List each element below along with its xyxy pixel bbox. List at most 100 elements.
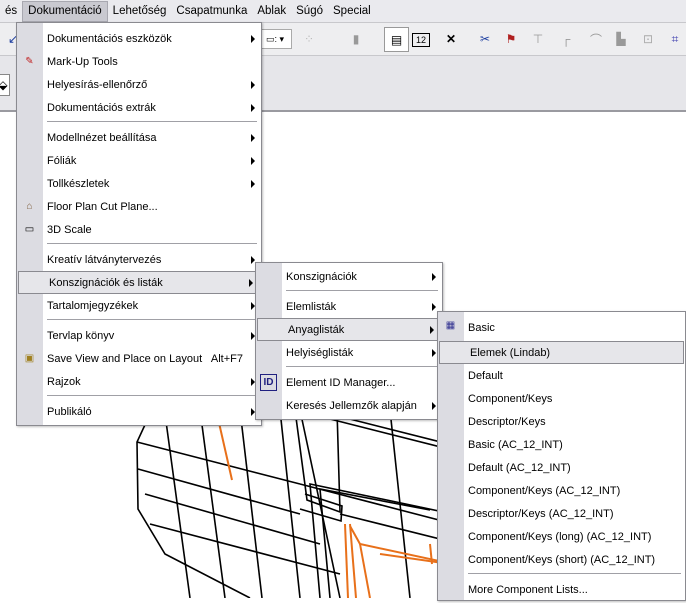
menu-item-modellnezet-beallitasa[interactable]: Modellnézet beállítása	[17, 126, 261, 149]
menu-item-dokumentacios-eszkozok[interactable]: Dokumentációs eszközök	[17, 27, 261, 50]
menu-item-basic[interactable]: ▦ Basic	[438, 314, 685, 341]
menu-item-label: Descriptor/Keys	[468, 415, 546, 428]
menu-item-label: Component/Keys (AC_12_INT)	[468, 484, 621, 497]
menu-item-tartalomjegyzekek[interactable]: Tartalomjegyzékek	[17, 294, 261, 317]
grid-icon[interactable]: ⁘	[298, 28, 320, 50]
pin-icon[interactable]: ▮	[345, 28, 367, 50]
menu-special[interactable]: Special	[328, 1, 376, 22]
dokumentacio-menu: Dokumentációs eszközök ✎ Mark-Up Tools Hely…	[16, 22, 262, 426]
menu-item-tervlap-konyv[interactable]: Tervlap könyv	[17, 324, 261, 347]
menu-item-publikalo[interactable]: Publikáló	[17, 400, 261, 423]
transform-icon[interactable]: ⌗	[664, 28, 686, 50]
menu-item-tollkeszletek[interactable]: Tollkészletek	[17, 172, 261, 195]
menu-item-label: Helyiséglisták	[286, 346, 354, 359]
menu-ablak[interactable]: Ablak	[252, 1, 291, 22]
menu-item-label: Keresés Jellemzők alapján	[286, 399, 417, 412]
scissors-icon[interactable]: ✂	[474, 28, 496, 50]
menu-dokumentacio[interactable]: Dokumentáció	[22, 0, 108, 22]
menu-item-label: Component/Keys (short) (AC_12_INT)	[468, 553, 656, 566]
submenu-arrow-icon	[249, 278, 253, 287]
hatch-tool-icon[interactable]: ▤	[384, 27, 409, 52]
close-icon[interactable]: ✕	[440, 28, 462, 50]
menu-item-label: Fóliák	[47, 154, 77, 167]
menu-item-label: Modellnézet beállítása	[47, 131, 157, 144]
submenu-arrow-icon	[251, 103, 255, 112]
menu-item-label: Default	[468, 369, 503, 382]
menu-item-kreativ-latvanytervezes[interactable]: Kreatív látványtervezés	[17, 248, 261, 271]
flag-icon[interactable]: ⚑	[500, 28, 522, 50]
menu-item-label: Elemek (Lindab)	[470, 346, 551, 359]
menu-bar: és Dokumentáció Lehetőség Csapatmunka Ablak S…	[0, 0, 686, 23]
menu-csapatmunka[interactable]: Csapatmunka	[171, 1, 252, 22]
menu-item-konszignaciok-es-listak[interactable]: Konszignációk és listák	[18, 271, 260, 294]
list-calculator-icon: ▦	[445, 320, 456, 331]
menu-item-component-keys-long-ac-12-int[interactable]: Component/Keys (long) (AC_12_INT)	[438, 525, 685, 548]
menu-item-label: Dokumentációs eszközök	[47, 32, 172, 45]
menu-sugo[interactable]: Súgó	[291, 1, 328, 22]
menu-item-anyaglistak[interactable]: Anyaglisták	[257, 318, 441, 341]
menu-item-label: Component/Keys	[468, 392, 553, 405]
menu-item-default-ac-12-int[interactable]: Default (AC_12_INT)	[438, 456, 685, 479]
menu-item-label: Basic	[468, 321, 495, 334]
menu-item-3d-scale[interactable]: ▭ 3D Scale	[17, 218, 261, 241]
menu-item-elemek-lindab[interactable]: Elemek (Lindab)	[439, 341, 684, 364]
menu-item-label: Konszignációk és listák	[49, 276, 163, 289]
building-icon[interactable]: ▙	[610, 28, 632, 50]
menu-item-dokumentacios-extrak[interactable]: Dokumentációs extrák	[17, 96, 261, 119]
menu-item-konszignaciok[interactable]: Konszignációk	[256, 265, 442, 288]
menu-item-component-keys[interactable]: Component/Keys	[438, 387, 685, 410]
menu-item-save-view-and-place-on-layout[interactable]: ▣ Save View and Place on Layout Alt+F7	[17, 347, 261, 370]
scale-ruler-icon[interactable]: 12	[412, 33, 430, 47]
menu-item-rajzok[interactable]: Rajzok	[17, 370, 261, 393]
menu-item-label: Element ID Manager...	[286, 376, 396, 389]
menu-item-label: Floor Plan Cut Plane...	[47, 200, 158, 213]
submenu-arrow-icon	[251, 156, 255, 165]
fill-tool-icon[interactable]: ⬙	[0, 74, 10, 96]
menu-item-label: Helyesírás-ellenőrző	[47, 78, 148, 91]
submenu-arrow-icon	[430, 325, 434, 334]
id-icon: ID	[260, 374, 277, 391]
menu-item-element-id-manager[interactable]: ID Element ID Manager...	[256, 371, 442, 394]
menu-item-label: Kreatív látványtervezés	[47, 253, 162, 266]
menu-item-descriptor-keys-ac-12-int[interactable]: Descriptor/Keys (AC_12_INT)	[438, 502, 685, 525]
menu-item-label: Descriptor/Keys (AC_12_INT)	[468, 507, 614, 520]
menu-item-label: 3D Scale	[47, 223, 92, 236]
konszignaciok-submenu: Konszignációk Elemlisták Anyaglisták Helyis…	[255, 262, 443, 420]
menu-item-helyiseglistak[interactable]: Helyiséglisták	[256, 341, 442, 364]
markup-pen-icon: ✎	[25, 56, 34, 67]
menu-item-label: Anyaglisták	[288, 323, 345, 336]
submenu-arrow-icon	[251, 179, 255, 188]
menu-item-descriptor-keys[interactable]: Descriptor/Keys	[438, 410, 685, 433]
frame-icon[interactable]: ⊡	[637, 28, 659, 50]
submenu-arrow-icon	[432, 302, 436, 311]
menu-es[interactable]: és	[0, 1, 22, 22]
submenu-arrow-icon	[251, 80, 255, 89]
menu-item-foliak[interactable]: Fóliák	[17, 149, 261, 172]
menu-item-label: Tartalomjegyzékek	[47, 299, 139, 312]
menu-item-label: Basic (AC_12_INT)	[468, 438, 563, 451]
submenu-arrow-icon	[432, 401, 436, 410]
menu-lehetoseg[interactable]: Lehetőség	[108, 1, 172, 22]
column-icon[interactable]: ⊤	[527, 28, 549, 50]
menu-item-helyesiras-ellenorzo[interactable]: Helyesírás-ellenőrző	[17, 73, 261, 96]
menu-item-basic-ac-12-int[interactable]: Basic (AC_12_INT)	[438, 433, 685, 456]
menu-item-label: Mark-Up Tools	[47, 55, 118, 68]
menu-item-elemlistak[interactable]: Elemlisták	[256, 295, 442, 318]
menu-item-label: Publikáló	[47, 405, 92, 418]
menu-item-kereses-jellemzok-alapjan[interactable]: Keresés Jellemzők alapján	[256, 394, 442, 417]
menu-item-floor-plan-cut-plane[interactable]: ⌂ Floor Plan Cut Plane...	[17, 195, 261, 218]
menu-item-label: Default (AC_12_INT)	[468, 461, 571, 474]
menu-item-default[interactable]: Default	[438, 364, 685, 387]
arc-icon[interactable]: ⌒	[585, 28, 607, 50]
view-dropdown[interactable]: ▭: ▾	[258, 29, 292, 49]
menu-item-component-keys-short-ac-12-int[interactable]: Component/Keys (short) (AC_12_INT)	[438, 548, 685, 571]
anyaglistak-submenu: ▦ Basic Elemek (Lindab) Default Component/Ke…	[437, 311, 686, 601]
menu-item-mark-up-tools[interactable]: ✎ Mark-Up Tools	[17, 50, 261, 73]
menu-item-component-keys-ac-12-int[interactable]: Component/Keys (AC_12_INT)	[438, 479, 685, 502]
submenu-arrow-icon	[251, 34, 255, 43]
menu-item-label: Dokumentációs extrák	[47, 101, 156, 114]
corner-icon[interactable]: ┌	[555, 28, 577, 50]
menu-item-label: Component/Keys (long) (AC_12_INT)	[468, 530, 652, 543]
save-view-icon: ▣	[24, 353, 35, 364]
menu-item-label: Tervlap könyv	[47, 329, 115, 342]
